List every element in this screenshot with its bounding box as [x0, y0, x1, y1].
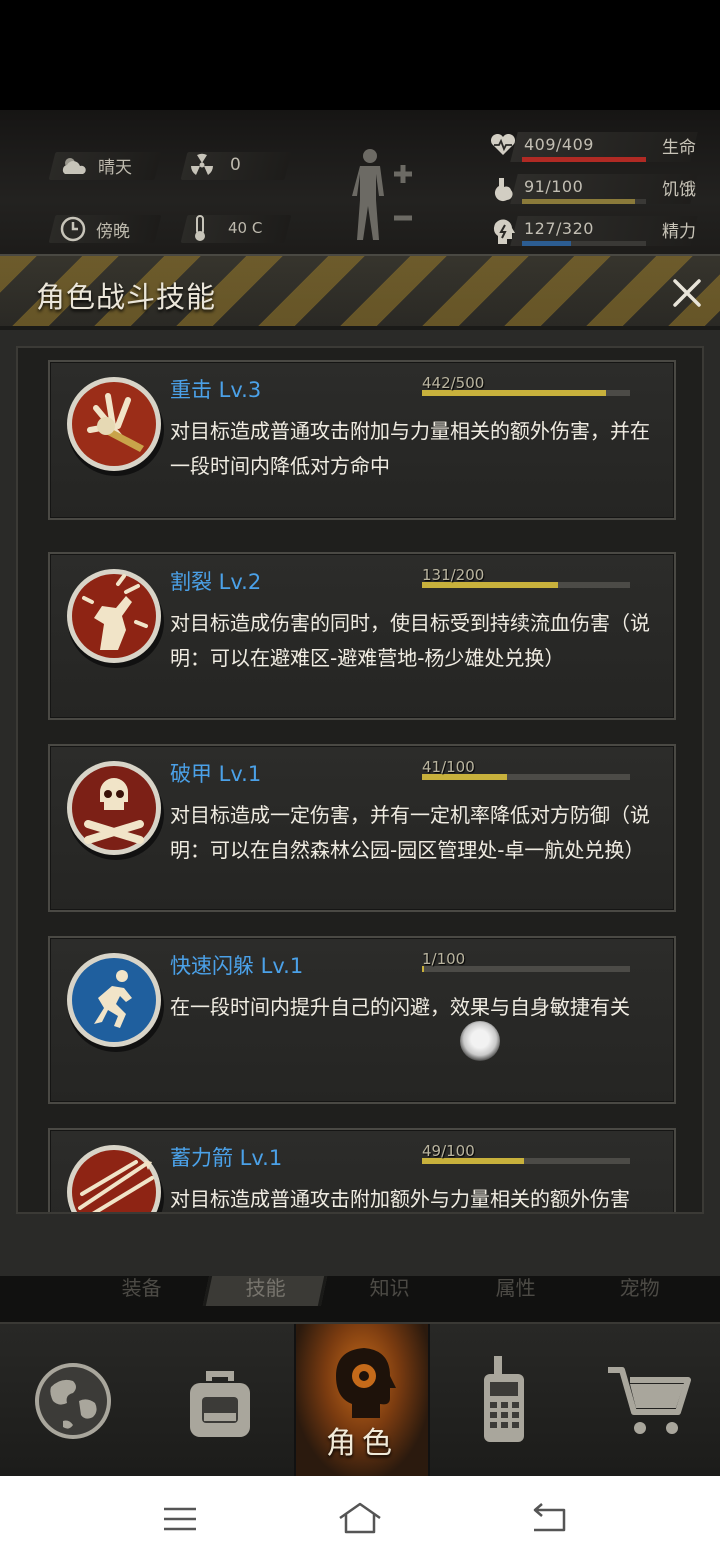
skill-xp-bar: 442/500 — [422, 374, 630, 398]
skill-card-rend[interactable]: 割裂 Lv.2 131/200 对目标造成伤害的同时，使目标受到持续流血伤害（说… — [48, 552, 676, 720]
skill-xp-text: 1/100 — [422, 950, 466, 968]
vital-hunger: 91/100 饥饿 — [488, 170, 720, 206]
system-navigation-bar — [0, 1476, 720, 1560]
weather-text: 晴天 — [98, 158, 132, 178]
radiation-value: 0 — [230, 155, 241, 175]
skull-icon — [66, 754, 164, 860]
head-gear-icon — [336, 1348, 396, 1418]
skill-list[interactable]: 重击 Lv.3 442/500 对目标造成普通攻击附加与力量相关的额外伤害，并在… — [16, 346, 704, 1214]
panel-title: 角色战斗技能 — [36, 280, 217, 314]
health-label: 生命 — [662, 138, 696, 158]
body-silhouette-icon — [352, 149, 412, 240]
energy-value: 127/320 — [524, 219, 594, 238]
touch-indicator — [460, 1021, 500, 1061]
home-icon — [339, 1502, 381, 1534]
skill-card-charged-arrow[interactable]: 蓄力箭 Lv.1 49/100 对目标造成普通攻击附加额外与力量相关的额外伤害 — [48, 1128, 676, 1212]
close-icon — [673, 279, 701, 307]
skill-xp-text: 49/100 — [422, 1142, 475, 1160]
nav-backpack-button[interactable] — [146, 1324, 294, 1476]
character-sub-tabs: 装备 技能 知识 属性 宠物 — [0, 1276, 720, 1322]
skill-name: 重击 Lv.3 — [170, 378, 262, 402]
nav-character-button[interactable]: 角色 — [294, 1324, 430, 1476]
skill-xp-bar: 1/100 — [422, 950, 630, 974]
vital-energy: 127/320 精力 — [488, 212, 720, 248]
weather-status: 晴天 — [60, 153, 132, 178]
cloud-sun-icon — [60, 154, 88, 178]
skill-description: 对目标造成一定伤害，并有一定机率降低对方防御（说明：可以在自然森林公园-园区管理… — [170, 803, 650, 862]
skill-name: 快速闪躲 Lv.1 — [170, 954, 304, 978]
combat-skills-panel: 角色战斗技能 重击 Lv.3 442/500 对目标造成普通攻击附加与力量相关的… — [0, 254, 720, 1276]
heavy-strike-icon — [66, 370, 164, 476]
walkie-talkie-icon — [484, 1356, 524, 1442]
charged-arrow-icon — [66, 1138, 164, 1212]
backpack-icon — [190, 1371, 250, 1437]
rend-icon — [66, 562, 164, 668]
skill-name: 割裂 Lv.2 — [170, 570, 262, 594]
clock-icon — [60, 216, 86, 242]
tab-equipment[interactable]: 装备 — [79, 1276, 203, 1306]
nav-shop-button[interactable] — [578, 1324, 720, 1476]
temperature-value: 40 C — [228, 219, 263, 237]
time-status: 傍晚 — [60, 216, 130, 242]
skill-description: 在一段时间内提升自己的闪避，效果与自身敏捷有关 — [170, 995, 630, 1019]
menu-icon — [164, 1507, 196, 1531]
skill-xp-bar: 131/200 — [422, 566, 630, 590]
bottom-navigation: 角色 — [0, 1322, 720, 1476]
back-button[interactable] — [524, 1500, 572, 1538]
health-bar — [522, 157, 646, 162]
hunger-bar — [522, 199, 635, 204]
health-value: 409/409 — [524, 135, 594, 154]
shopping-cart-icon — [608, 1367, 691, 1434]
menu-button[interactable] — [156, 1500, 204, 1538]
close-button[interactable] — [668, 274, 706, 312]
time-text: 傍晚 — [96, 221, 130, 242]
heart-icon — [490, 133, 516, 160]
tab-attributes[interactable]: 属性 — [453, 1276, 577, 1306]
radiation-icon — [190, 153, 214, 177]
skill-xp-bar: 41/100 — [422, 758, 630, 782]
globe-icon — [35, 1363, 111, 1439]
temperature-status: 40 C — [192, 214, 262, 242]
skill-name: 破甲 Lv.1 — [170, 762, 262, 786]
skill-xp-text: 442/500 — [422, 374, 485, 392]
stomach-icon — [490, 176, 516, 206]
thermometer-icon — [192, 214, 208, 242]
skill-name: 蓄力箭 Lv.1 — [170, 1146, 283, 1170]
dodge-icon — [66, 946, 164, 1052]
energy-bar — [522, 241, 572, 246]
back-icon — [533, 1503, 566, 1532]
nav-map-button[interactable] — [0, 1324, 146, 1476]
tab-knowledge[interactable]: 知识 — [327, 1276, 451, 1306]
skill-description: 对目标造成普通攻击附加额外与力量相关的额外伤害 — [170, 1187, 630, 1211]
skill-xp-bar: 49/100 — [422, 1142, 630, 1166]
skill-xp-text: 41/100 — [422, 758, 475, 776]
skill-card-heavy-strike[interactable]: 重击 Lv.3 442/500 对目标造成普通攻击附加与力量相关的额外伤害，并在… — [48, 360, 676, 520]
hunger-value: 91/100 — [524, 177, 584, 196]
hunger-label: 饥饿 — [662, 180, 696, 200]
panel-header: 角色战斗技能 — [0, 256, 720, 330]
vital-health: 409/409 生命 — [488, 128, 720, 164]
tab-skills[interactable]: 技能 — [202, 1276, 328, 1306]
skill-card-armor-break[interactable]: 破甲 Lv.1 41/100 对目标造成一定伤害，并有一定机率降低对方防御（说明… — [48, 744, 676, 912]
nav-radio-button[interactable] — [430, 1324, 578, 1476]
character-body-button[interactable] — [348, 146, 418, 250]
skill-xp-text: 131/200 — [422, 566, 485, 584]
home-button[interactable] — [336, 1500, 384, 1538]
radiation-status: 0 — [190, 153, 241, 177]
nav-character-label: 角色 — [326, 1426, 398, 1461]
skill-card-quick-dodge[interactable]: 快速闪躲 Lv.1 1/100 在一段时间内提升自己的闪避，效果与自身敏捷有关 — [48, 936, 676, 1104]
skill-description: 对目标造成伤害的同时，使目标受到持续流血伤害（说明：可以在避难区-避难营地-杨少… — [170, 611, 650, 670]
tab-pets[interactable]: 宠物 — [577, 1276, 701, 1306]
energy-icon — [490, 218, 516, 250]
energy-label: 精力 — [662, 222, 696, 242]
skill-description: 对目标造成普通攻击附加与力量相关的额外伤害，并在一段时间内降低对方命中 — [170, 419, 650, 478]
